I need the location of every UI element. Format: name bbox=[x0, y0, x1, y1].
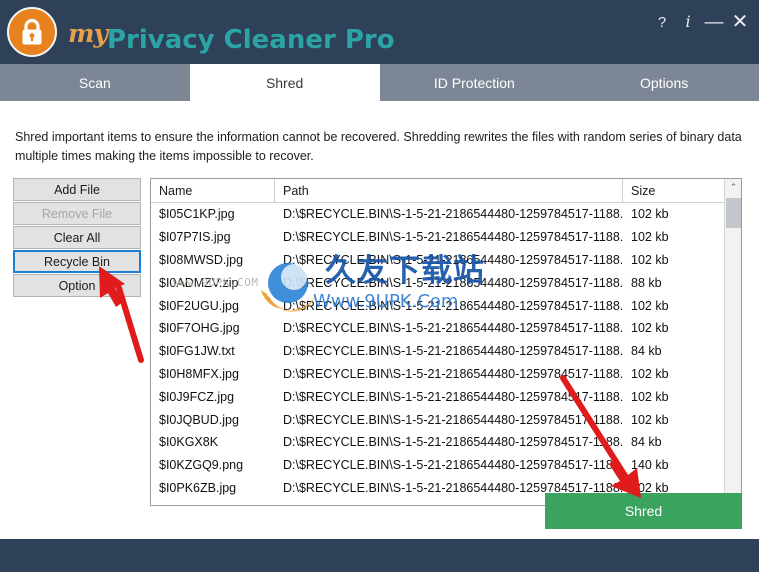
scroll-up-arrow-icon[interactable]: ⌃ bbox=[725, 179, 741, 196]
cell-file-size: 84 kb bbox=[631, 435, 662, 450]
cell-file-size: 88 kb bbox=[631, 275, 662, 290]
cell-file-name: $I0J9FCZ.jpg bbox=[159, 389, 235, 404]
cell-file-name: $I0FG1JW.txt bbox=[159, 344, 235, 359]
table-row[interactable]: $I0H8MFX.jpg D:\$RECYCLE.BIN\S-1-5-21-218… bbox=[151, 362, 741, 386]
table-row[interactable]: $I0F7OHG.jpg D:\$RECYCLE.BIN\S-1-5-21-218… bbox=[151, 316, 741, 340]
table-row[interactable]: $I0JQBUD.jpg D:\$RECYCLE.BIN\S-1-5-21-218… bbox=[151, 408, 741, 431]
tab-options[interactable]: Options bbox=[569, 64, 759, 101]
clear-all-button[interactable]: Clear All bbox=[13, 226, 141, 249]
table-row[interactable]: $I0KGX8K D:\$RECYCLE.BIN\S-1-5-21-2186544… bbox=[151, 430, 741, 454]
cell-file-path: D:\$RECYCLE.BIN\S-1-5-21-2186544480-1259… bbox=[283, 207, 623, 222]
info-button[interactable]: i bbox=[677, 11, 699, 33]
table-row[interactable]: $I0FG1JW.txt D:\$RECYCLE.BIN\S-1-5-21-218… bbox=[151, 339, 741, 363]
shred-description: Shred important items to ensure the info… bbox=[15, 130, 742, 164]
shred-button[interactable]: Shred bbox=[545, 493, 742, 529]
table-row[interactable]: $I05C1KP.jpg D:\$RECYCLE.BIN\S-1-5-21-218… bbox=[151, 203, 741, 226]
bottom-status-bar bbox=[0, 539, 759, 572]
option-button[interactable]: Option bbox=[13, 274, 141, 297]
cell-file-path: D:\$RECYCLE.BIN\S-1-5-21-2186544480-1259… bbox=[283, 389, 623, 404]
table-row[interactable]: $I0ADMZV.zip D:\$RECYCLE.BIN\S-1-5-21-218… bbox=[151, 271, 741, 295]
cell-file-size: 102 kb bbox=[631, 298, 669, 313]
cell-file-size: 102 kb bbox=[631, 230, 669, 245]
cell-file-path: D:\$RECYCLE.BIN\S-1-5-21-2186544480-1259… bbox=[283, 435, 623, 450]
recycle-bin-button[interactable]: Recycle Bin bbox=[13, 250, 141, 273]
tab-shred[interactable]: Shred bbox=[189, 64, 380, 101]
cell-file-name: $I0PK6ZB.jpg bbox=[159, 480, 237, 495]
cell-file-path: D:\$RECYCLE.BIN\S-1-5-21-2186544480-1259… bbox=[283, 252, 623, 267]
tab-bar: Scan Shred ID Protection Options bbox=[0, 64, 759, 101]
cell-file-size: 102 kb bbox=[631, 207, 669, 222]
cell-file-size: 140 kb bbox=[631, 458, 669, 473]
cell-file-path: D:\$RECYCLE.BIN\S-1-5-21-2186544480-1259… bbox=[283, 366, 623, 381]
brand-main-text: Privacy Cleaner Pro bbox=[106, 25, 395, 55]
table-row[interactable]: $I0J9FCZ.jpg D:\$RECYCLE.BIN\S-1-5-21-218… bbox=[151, 385, 741, 409]
cell-file-size: 102 kb bbox=[631, 412, 669, 427]
cell-file-path: D:\$RECYCLE.BIN\S-1-5-21-2186544480-1259… bbox=[283, 275, 623, 290]
close-button[interactable]: ✕ bbox=[729, 11, 751, 33]
cell-file-path: D:\$RECYCLE.BIN\S-1-5-21-2186544480-1259… bbox=[283, 344, 623, 359]
file-list-scrollbar[interactable]: ⌃ ⌄ bbox=[724, 179, 741, 505]
cell-file-name: $I0H8MFX.jpg bbox=[159, 366, 239, 381]
cell-file-size: 84 kb bbox=[631, 344, 662, 359]
cell-file-name: $I05C1KP.jpg bbox=[159, 207, 235, 222]
cell-file-path: D:\$RECYCLE.BIN\S-1-5-21-2186544480-1259… bbox=[283, 298, 623, 313]
cell-file-name: $I0KZGQ9.png bbox=[159, 458, 244, 473]
help-button[interactable]: ? bbox=[651, 11, 673, 33]
tab-scan[interactable]: Scan bbox=[0, 64, 190, 101]
remove-file-button: Remove File bbox=[13, 202, 141, 225]
application-window: my Privacy Cleaner Pro ? i — ✕ Scan Shre… bbox=[0, 0, 759, 572]
file-list-rows: $I05C1KP.jpg D:\$RECYCLE.BIN\S-1-5-21-218… bbox=[151, 203, 741, 500]
brand-title: my Privacy Cleaner Pro bbox=[68, 9, 395, 55]
cell-file-name: $I0ADMZV.zip bbox=[159, 275, 239, 290]
file-action-buttons: Add File Remove File Clear All Recycle B… bbox=[13, 178, 141, 298]
cell-file-name: $I08MWSD.jpg bbox=[159, 252, 244, 267]
scrollbar-thumb[interactable] bbox=[726, 198, 741, 228]
cell-file-path: D:\$RECYCLE.BIN\S-1-5-21-2186544480-1259… bbox=[283, 321, 623, 336]
brand-my-text: my bbox=[68, 19, 108, 48]
title-bar: my Privacy Cleaner Pro ? i — ✕ bbox=[0, 0, 759, 64]
cell-file-size: 102 kb bbox=[631, 389, 669, 404]
padlock-logo-icon bbox=[7, 7, 57, 57]
table-row[interactable]: $I0KZGQ9.png D:\$RECYCLE.BIN\S-1-5-21-218… bbox=[151, 453, 741, 477]
cell-file-name: $I07P7IS.jpg bbox=[159, 230, 231, 245]
window-controls: ? i — ✕ bbox=[651, 11, 751, 33]
cell-file-size: 102 kb bbox=[631, 321, 669, 336]
cell-file-name: $I0KGX8K bbox=[159, 435, 219, 450]
cell-file-size: 102 kb bbox=[631, 366, 669, 381]
cell-file-path: D:\$RECYCLE.BIN\S-1-5-21-2186544480-1259… bbox=[283, 230, 623, 245]
table-row[interactable]: $I08MWSD.jpg D:\$RECYCLE.BIN\S-1-5-21-218… bbox=[151, 248, 741, 272]
minimize-button[interactable]: — bbox=[703, 11, 725, 33]
file-list: Name Path Size $I05C1KP.jpg D:\$RECYCLE.B… bbox=[150, 178, 742, 506]
table-row[interactable]: $I0F2UGU.jpg D:\$RECYCLE.BIN\S-1-5-21-218… bbox=[151, 294, 741, 317]
add-file-button[interactable]: Add File bbox=[13, 178, 141, 201]
file-list-header: Name Path Size bbox=[151, 179, 741, 203]
column-header-size[interactable]: Size bbox=[623, 179, 723, 203]
column-header-name[interactable]: Name bbox=[151, 179, 275, 203]
cell-file-path: D:\$RECYCLE.BIN\S-1-5-21-2186544480-1259… bbox=[283, 412, 623, 427]
tab-id-protection[interactable]: ID Protection bbox=[380, 64, 570, 101]
cell-file-name: $I0F2UGU.jpg bbox=[159, 298, 239, 313]
table-row[interactable]: $I07P7IS.jpg D:\$RECYCLE.BIN\S-1-5-21-218… bbox=[151, 225, 741, 249]
cell-file-path: D:\$RECYCLE.BIN\S-1-5-21-2186544480-1259… bbox=[283, 458, 623, 473]
cell-file-name: $I0F7OHG.jpg bbox=[159, 321, 240, 336]
column-header-path[interactable]: Path bbox=[275, 179, 623, 203]
cell-file-name: $I0JQBUD.jpg bbox=[159, 412, 239, 427]
cell-file-size: 102 kb bbox=[631, 252, 669, 267]
